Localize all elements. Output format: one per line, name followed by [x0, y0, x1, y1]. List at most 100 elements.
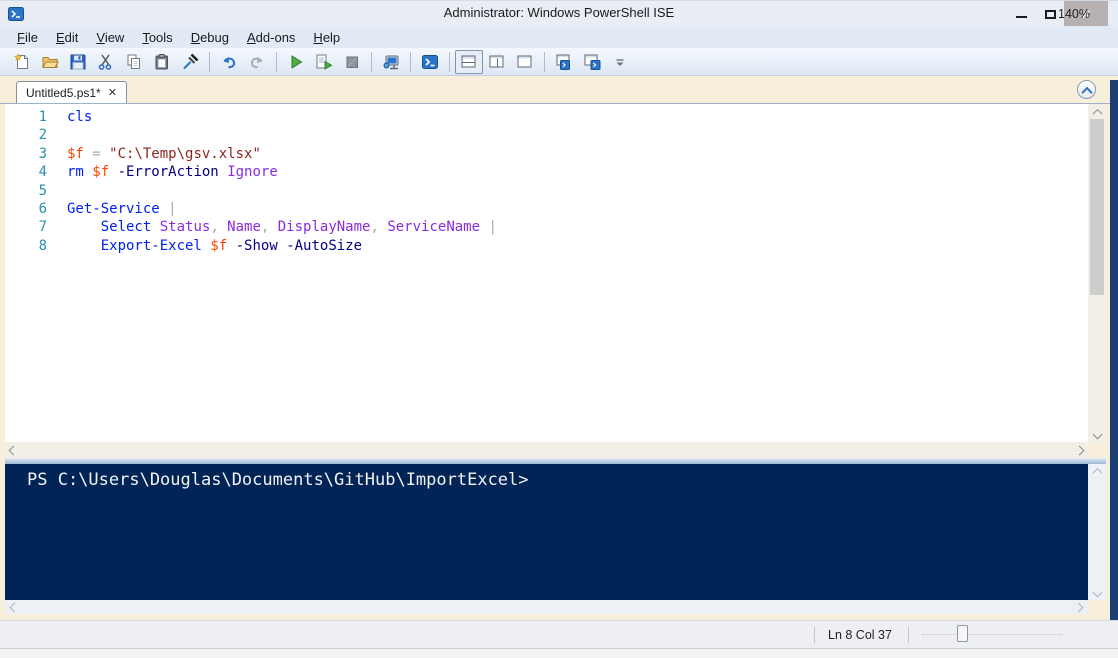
start-powershell-icon — [421, 53, 439, 71]
paste-button[interactable] — [148, 50, 176, 74]
script-pane-top-ps-button[interactable] — [550, 50, 578, 74]
window-bottom-edge — [0, 648, 1118, 658]
undo-icon — [220, 53, 238, 71]
code-lines: 1cls23$f = "C:\Temp\gsv.xlsx"4rm $f -Err… — [5, 108, 1088, 255]
collapse-script-pane-button[interactable] — [1077, 80, 1096, 99]
maximize-icon — [1045, 10, 1056, 19]
line-number: 3 — [5, 145, 67, 163]
show-script-pane-right-icon — [488, 53, 506, 71]
show-script-pane-top-button[interactable] — [455, 50, 483, 74]
line-column-indicator: Ln 8 Col 37 — [828, 628, 892, 642]
status-separator — [908, 627, 909, 643]
code-line[interactable]: 6Get-Service | — [5, 200, 1088, 218]
toolbar-separator — [209, 52, 210, 72]
scroll-left-icon[interactable] — [9, 445, 19, 455]
code-text: Get-Service | — [67, 200, 177, 218]
run-selection-icon — [315, 53, 333, 71]
script-pane-right-ps-icon — [583, 53, 601, 71]
menu-item-tools[interactable]: Tools — [133, 28, 181, 47]
clear-console-button[interactable] — [176, 50, 204, 74]
run-selection-button[interactable] — [310, 50, 338, 74]
cut-button[interactable] — [92, 50, 120, 74]
copy-button[interactable] — [120, 50, 148, 74]
show-script-pane-top-icon — [460, 53, 478, 71]
script-editor-pane[interactable]: 1cls23$f = "C:\Temp\gsv.xlsx"4rm $f -Err… — [5, 104, 1088, 442]
zoom-slider-track[interactable] — [922, 634, 1062, 635]
line-number: 4 — [5, 163, 67, 181]
copy-icon — [125, 53, 143, 71]
cut-icon — [97, 53, 115, 71]
editor-scrollbar-thumb[interactable] — [1090, 119, 1104, 295]
stop-operation-button[interactable] — [338, 50, 366, 74]
minimize-icon — [1016, 16, 1027, 18]
run-script-icon — [287, 53, 305, 71]
line-number: 1 — [5, 108, 67, 126]
scroll-down-icon[interactable] — [1092, 588, 1102, 598]
line-number: 8 — [5, 237, 67, 255]
stop-operation-icon — [343, 53, 361, 71]
code-line[interactable]: 5 — [5, 182, 1088, 200]
console-prompt[interactable]: PS C:\Users\Douglas\Documents\GitHub\Imp… — [27, 470, 529, 490]
menu-item-add-ons[interactable]: Add-ons — [238, 28, 304, 47]
toolbar-separator — [276, 52, 277, 72]
code-line[interactable]: 3$f = "C:\Temp\gsv.xlsx" — [5, 145, 1088, 163]
menu-item-edit[interactable]: Edit — [47, 28, 87, 47]
toolbar-separator — [371, 52, 372, 72]
save-script-icon — [69, 53, 87, 71]
tab-close-icon[interactable]: ✕ — [108, 88, 117, 99]
undo-button[interactable] — [215, 50, 243, 74]
show-script-pane-maximized-button[interactable] — [511, 50, 539, 74]
editor-vertical-scrollbar[interactable] — [1088, 104, 1106, 442]
content-frame: Untitled5.ps1* ✕ 1cls23$f = "C:\Temp\gsv… — [0, 76, 1118, 620]
scroll-right-icon[interactable] — [1074, 602, 1084, 612]
run-script-button[interactable] — [282, 50, 310, 74]
scroll-up-icon[interactable] — [1092, 468, 1102, 478]
minimize-button[interactable] — [1006, 1, 1036, 27]
scroll-up-icon[interactable] — [1088, 104, 1106, 120]
new-remote-powershell-tab-button[interactable] — [377, 50, 405, 74]
editor-horizontal-scrollbar[interactable] — [5, 442, 1088, 458]
console-horizontal-scrollbar[interactable] — [5, 600, 1088, 614]
code-text: Export-Excel $f -Show -AutoSize — [67, 237, 362, 255]
redo-icon — [248, 53, 266, 71]
tab-label: Untitled5.ps1* — [26, 86, 101, 100]
code-line[interactable]: 8 Export-Excel $f -Show -AutoSize — [5, 237, 1088, 255]
console-vertical-scrollbar[interactable] — [1088, 464, 1106, 600]
toolbar-separator — [410, 52, 411, 72]
show-script-pane-maximized-icon — [516, 53, 534, 71]
tab-untitled5[interactable]: Untitled5.ps1* ✕ — [16, 81, 127, 104]
window-right-border — [1110, 80, 1118, 648]
show-script-pane-right-button[interactable] — [483, 50, 511, 74]
code-line[interactable]: 4rm $f -ErrorAction Ignore — [5, 163, 1088, 181]
menu-item-view[interactable]: View — [87, 28, 133, 47]
console-pane[interactable]: PS C:\Users\Douglas\Documents\GitHub\Imp… — [5, 464, 1088, 600]
scroll-right-icon[interactable] — [1075, 445, 1085, 455]
code-line[interactable]: 7 Select Status, Name, DisplayName, Serv… — [5, 218, 1088, 236]
menu-bar: FileEditViewToolsDebugAdd-onsHelp — [0, 26, 1118, 48]
new-remote-powershell-tab-icon — [382, 53, 400, 71]
redo-button[interactable] — [243, 50, 271, 74]
open-script-icon — [41, 53, 59, 71]
code-line[interactable]: 2 — [5, 126, 1088, 144]
script-pane-top-ps-icon — [555, 53, 573, 71]
line-number: 5 — [5, 182, 67, 200]
code-text: $f = "C:\Temp\gsv.xlsx" — [67, 145, 261, 163]
menu-item-help[interactable]: Help — [304, 28, 349, 47]
start-powershell-button[interactable] — [416, 50, 444, 74]
line-number: 6 — [5, 200, 67, 218]
code-text: cls — [67, 108, 92, 126]
menu-item-debug[interactable]: Debug — [182, 28, 238, 47]
paste-icon — [153, 53, 171, 71]
zoom-level-label: 140% — [1058, 7, 1090, 21]
scroll-down-icon[interactable] — [1088, 426, 1106, 442]
new-script-button[interactable] — [8, 50, 36, 74]
save-script-button[interactable] — [64, 50, 92, 74]
status-separator — [814, 627, 815, 643]
zoom-slider-thumb[interactable] — [957, 625, 968, 642]
menu-item-file[interactable]: File — [8, 28, 47, 47]
code-line[interactable]: 1cls — [5, 108, 1088, 126]
open-script-button[interactable] — [36, 50, 64, 74]
scroll-left-icon[interactable] — [10, 602, 20, 612]
toolbar-overflow-button[interactable] — [606, 50, 634, 74]
script-pane-right-ps-button[interactable] — [578, 50, 606, 74]
